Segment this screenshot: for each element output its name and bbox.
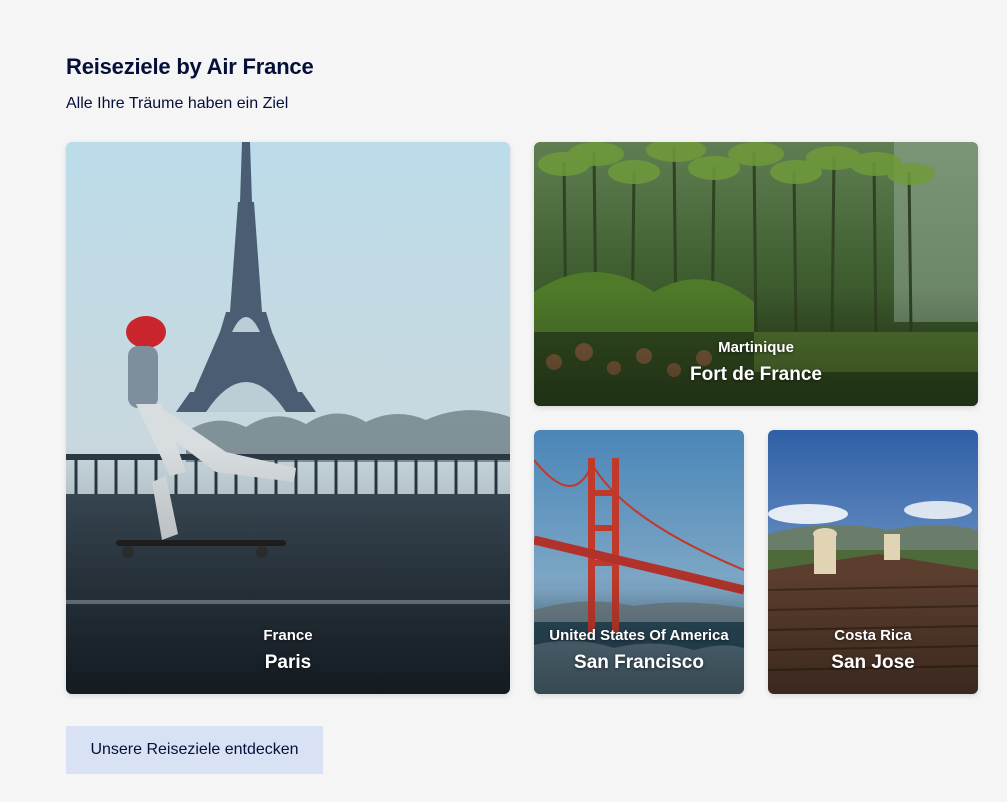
destination-country: France: [263, 627, 313, 644]
discover-destinations-button[interactable]: Unsere Reiseziele entdecken: [66, 726, 323, 774]
destination-city: Paris: [264, 652, 312, 673]
destinations-section: Reiseziele by Air France Alle Ihre Träum…: [0, 0, 1007, 802]
section-title: Reiseziele by Air France: [66, 54, 314, 79]
destination-country: United States Of America: [549, 627, 729, 644]
destination-city: Fort de France: [690, 364, 822, 385]
destination-city: San Jose: [831, 652, 915, 673]
destination-card-san-francisco[interactable]: United States Of America San Francisco: [534, 430, 744, 694]
destination-card-san-jose[interactable]: Costa Rica San Jose: [768, 430, 978, 694]
destination-city: San Francisco: [574, 652, 704, 673]
destination-country: Martinique: [718, 339, 794, 356]
destination-caption: Martinique Fort de France: [544, 336, 968, 390]
section-subtitle: Alle Ihre Träume haben ein Ziel: [66, 95, 289, 112]
destination-card-fort-de-france[interactable]: Martinique Fort de France: [534, 142, 978, 406]
destination-card-paris[interactable]: France Paris: [66, 142, 510, 694]
destination-caption: Costa Rica San Jose: [778, 624, 968, 678]
destination-caption: France Paris: [76, 624, 500, 678]
destination-country: Costa Rica: [834, 627, 912, 644]
destination-caption: United States Of America San Francisco: [544, 624, 734, 678]
